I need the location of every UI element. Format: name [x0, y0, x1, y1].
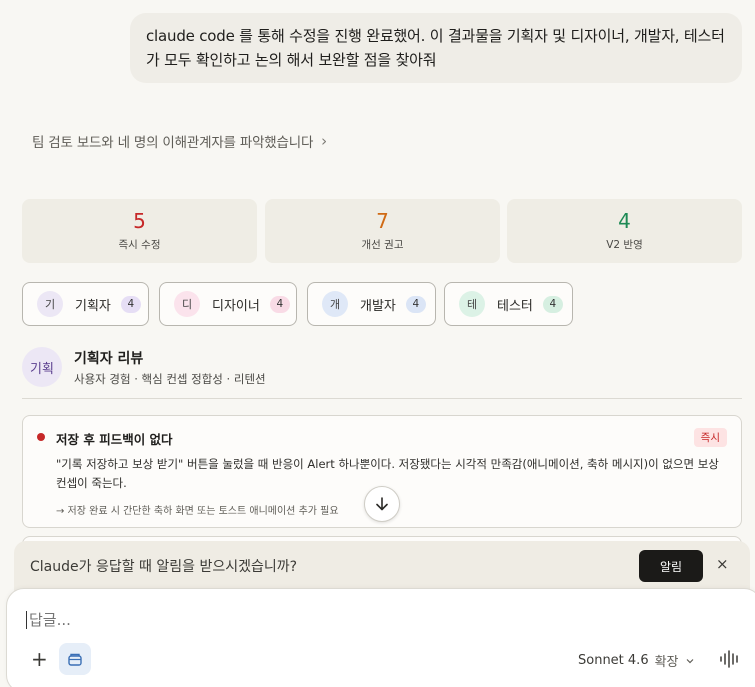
stat-immediate: 5 즉시 수정: [22, 199, 257, 263]
issue-body: "기록 저장하고 보상 받기" 버튼을 눌렀을 때 반응이 Alert 하나뿐이…: [56, 457, 719, 490]
tab-label: 디자이너: [212, 298, 260, 314]
count-badge: 4: [542, 295, 563, 313]
severity-dot: [37, 433, 45, 441]
voice-wave-icon: [720, 650, 738, 668]
stat-v2: 4 V2 반영: [507, 199, 742, 263]
review-title: 기획자 리뷰: [74, 351, 144, 367]
issue-title: 저장 후 피드백이 없다: [56, 432, 173, 447]
user-message-bubble: claude code 를 통해 수정을 진행 완료했어. 이 결과물을 기획자…: [130, 13, 742, 83]
review-subtitle: 사용자 경험 · 핵심 컨셉 정합성 · 리텐션: [74, 372, 266, 386]
tool-icon: [68, 653, 82, 666]
composer: + Sonnet 4.6 확장: [6, 588, 755, 687]
chat-page: claude code 를 통해 수정을 진행 완료했어. 이 결과물을 기획자…: [0, 0, 755, 687]
tab-planner[interactable]: 기 기획자 4: [22, 282, 149, 326]
tab-designer[interactable]: 디 디자이너 4: [159, 282, 297, 326]
model-name: Sonnet 4.6: [578, 653, 649, 668]
tab-label: 기획자: [75, 298, 111, 314]
team-summary-toggle[interactable]: 팀 검토 보드와 네 명의 이해관계자를 파악했습니다 ›: [32, 131, 327, 151]
model-selector[interactable]: Sonnet 4.6 확장: [578, 651, 695, 670]
stat-label: 개선 권고: [361, 239, 404, 251]
planner-avatar: 기: [37, 291, 63, 317]
stat-value: 4: [618, 209, 631, 233]
stat-label: V2 반영: [606, 239, 643, 251]
chevron-right-icon: ›: [321, 132, 327, 150]
plus-icon[interactable]: +: [31, 649, 48, 669]
notification-banner: Claude가 응답할 때 알림을 받으시겠습니까? 알림 ×: [14, 541, 750, 591]
developer-avatar: 개: [322, 291, 348, 317]
stat-recommend: 7 개선 권고: [265, 199, 500, 263]
user-message-text: claude code 를 통해 수정을 진행 완료했어. 이 결과물을 기획자…: [146, 27, 725, 69]
scroll-down-button[interactable]: [364, 486, 400, 522]
reply-input[interactable]: [26, 611, 626, 629]
tester-avatar: 테: [459, 291, 485, 317]
stat-value: 5: [133, 209, 146, 233]
stat-label: 즉시 수정: [118, 239, 161, 251]
severity-badge: 즉시: [693, 428, 727, 447]
count-badge: 4: [405, 295, 426, 313]
voice-mode-button[interactable]: [719, 649, 741, 673]
team-summary-text: 팀 검토 보드와 네 명의 이해관계자를 파악했습니다: [32, 135, 314, 151]
notification-text: Claude가 응답할 때 알림을 받으시겠습니까?: [30, 559, 298, 575]
count-badge: 4: [269, 295, 290, 313]
count-badge: 4: [120, 295, 141, 313]
tab-label: 개발자: [360, 298, 396, 314]
enable-notification-button[interactable]: 알림: [639, 550, 703, 582]
review-avatar: 기획: [22, 347, 62, 387]
close-icon[interactable]: ×: [716, 555, 729, 573]
tab-tester[interactable]: 테 테스터 4: [444, 282, 573, 326]
tool-button[interactable]: [59, 643, 91, 675]
model-mode: 확장: [654, 655, 679, 670]
stat-value: 7: [376, 209, 389, 233]
designer-avatar: 디: [174, 291, 200, 317]
divider: [22, 398, 742, 399]
chevron-down-icon: [686, 658, 693, 663]
arrow-down-icon: [376, 497, 388, 511]
tab-label: 테스터: [497, 298, 533, 314]
tab-developer[interactable]: 개 개발자 4: [307, 282, 436, 326]
issue-action: → 저장 완료 시 간단한 축하 화면 또는 토스트 애니메이션 추가 필요: [56, 506, 339, 517]
